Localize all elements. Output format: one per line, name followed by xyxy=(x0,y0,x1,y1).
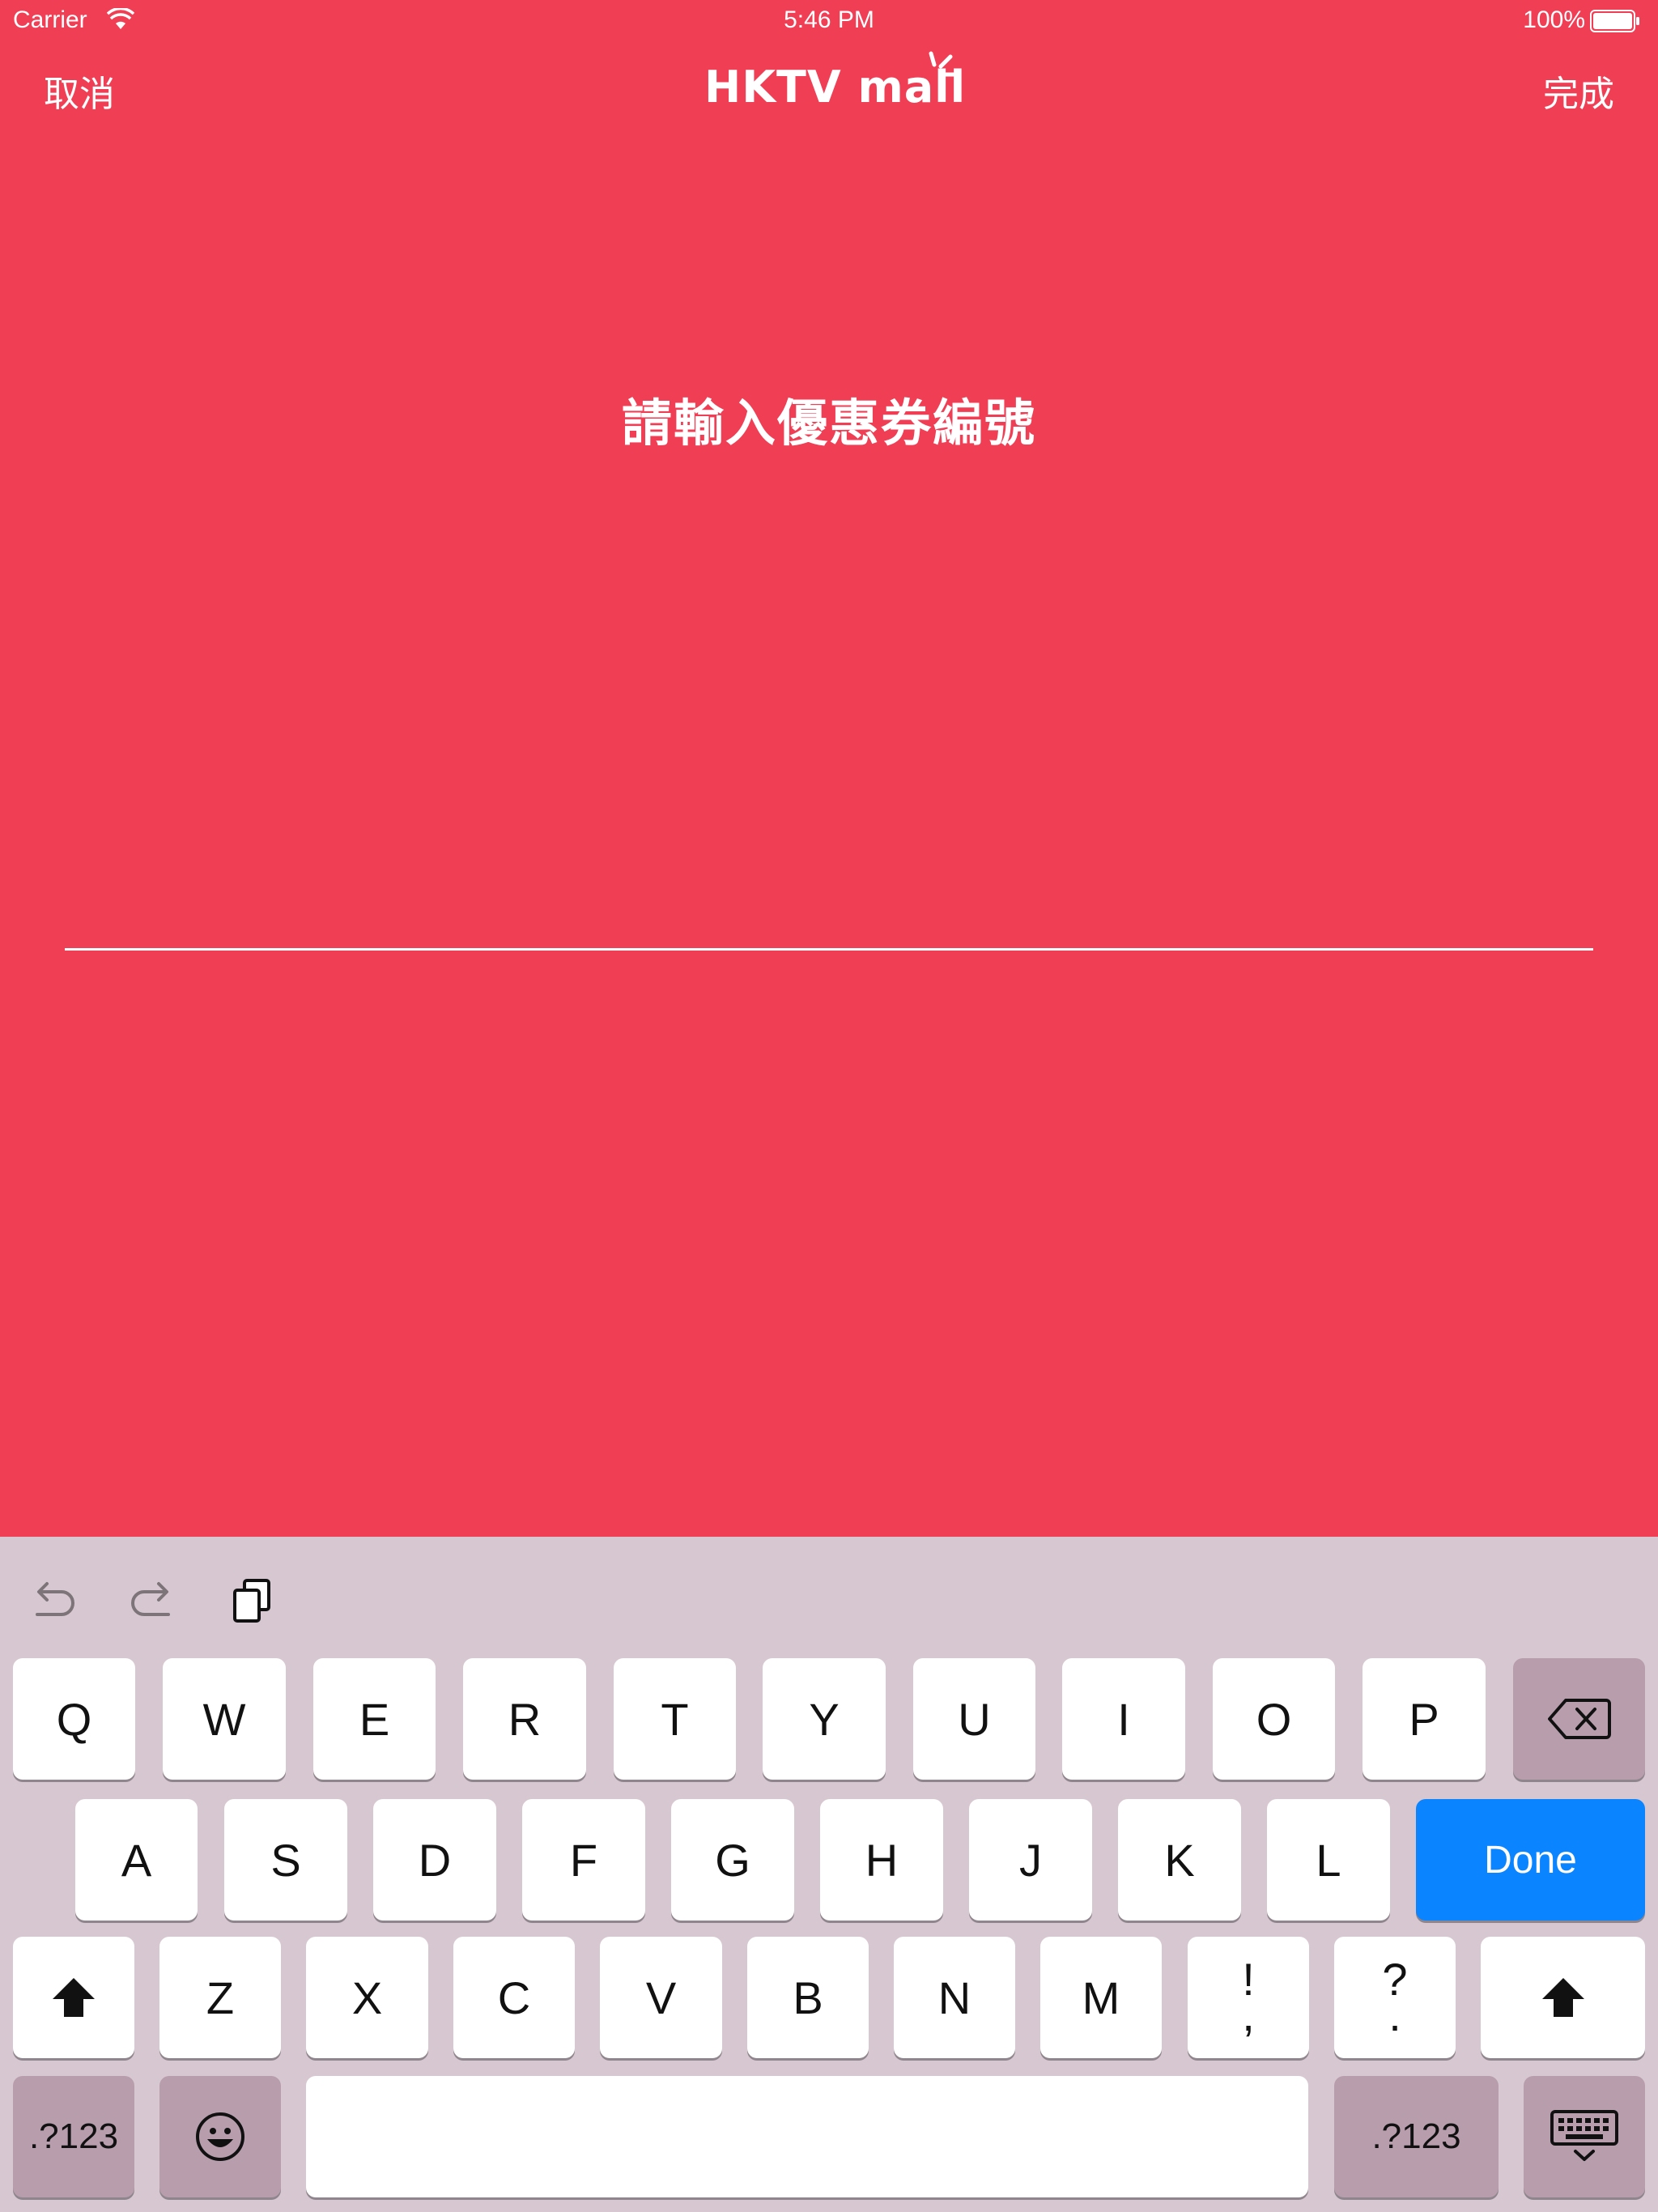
undo-icon[interactable] xyxy=(29,1577,78,1624)
delete-icon xyxy=(1547,1699,1611,1739)
key-m[interactable]: M xyxy=(1040,1937,1162,2058)
delete-key[interactable] xyxy=(1513,1658,1645,1780)
dismiss-keyboard-icon xyxy=(1550,2110,1618,2161)
key-s[interactable]: S xyxy=(224,1799,347,1921)
dismiss-keyboard-key[interactable] xyxy=(1524,2076,1645,2197)
keyboard-done-key[interactable]: Done xyxy=(1416,1799,1645,1921)
key-x[interactable]: X xyxy=(306,1937,428,2058)
numbers-key-right[interactable]: .?123 xyxy=(1334,2076,1499,2197)
battery-icon xyxy=(1590,10,1639,32)
key-exclaim-comma[interactable]: ! , xyxy=(1188,1937,1309,2058)
space-key[interactable] xyxy=(306,2076,1308,2197)
sparkle-icon xyxy=(929,51,959,77)
key-b[interactable]: B xyxy=(747,1937,869,2058)
key-comma-label: , xyxy=(1242,1989,1255,2040)
shift-right-key[interactable] xyxy=(1481,1937,1645,2058)
cancel-button[interactable]: 取消 xyxy=(44,65,115,117)
shift-left-key[interactable] xyxy=(13,1937,134,2058)
numbers-key-left[interactable]: .?123 xyxy=(13,2076,134,2197)
done-button[interactable]: 完成 xyxy=(1543,65,1614,117)
key-d[interactable]: D xyxy=(373,1799,496,1921)
key-j[interactable]: J xyxy=(969,1799,1092,1921)
coupon-code-input[interactable] xyxy=(65,891,1593,947)
key-g[interactable]: G xyxy=(671,1799,794,1921)
key-f[interactable]: F xyxy=(522,1799,645,1921)
shift-icon xyxy=(53,1978,95,2017)
paste-icon[interactable] xyxy=(230,1577,278,1624)
key-z[interactable]: Z xyxy=(159,1937,281,2058)
key-r[interactable]: R xyxy=(463,1658,586,1780)
key-t[interactable]: T xyxy=(614,1658,736,1780)
key-o[interactable]: O xyxy=(1213,1658,1335,1780)
key-n[interactable]: N xyxy=(894,1937,1015,2058)
key-p[interactable]: P xyxy=(1363,1658,1486,1780)
status-time: 5:46 PM xyxy=(784,6,874,33)
key-w[interactable]: W xyxy=(163,1658,286,1780)
emoji-key[interactable] xyxy=(159,2076,281,2197)
hktv-mall-logo: HKTV mall xyxy=(704,51,965,118)
key-e[interactable]: E xyxy=(313,1658,436,1780)
shift-icon xyxy=(1541,1978,1584,2017)
key-c[interactable]: C xyxy=(453,1937,575,2058)
key-question-period[interactable]: ? . xyxy=(1334,1937,1456,2058)
coupon-prompt: 請輸入優惠券編號 xyxy=(621,393,1036,453)
key-period-label: . xyxy=(1388,1989,1401,2040)
key-v[interactable]: V xyxy=(600,1937,722,2058)
input-underline xyxy=(65,948,1593,951)
battery-percent: 100% xyxy=(1523,6,1585,33)
key-q[interactable]: Q xyxy=(13,1658,135,1780)
redo-icon[interactable] xyxy=(128,1577,176,1624)
key-y[interactable]: Y xyxy=(763,1658,886,1780)
key-k[interactable]: K xyxy=(1118,1799,1241,1921)
key-l[interactable]: L xyxy=(1267,1799,1390,1921)
key-a[interactable]: A xyxy=(75,1799,198,1921)
key-u[interactable]: U xyxy=(913,1658,1035,1780)
key-h[interactable]: H xyxy=(820,1799,943,1921)
status-bar: Carrier 5:46 PM 100% xyxy=(0,0,1658,42)
key-i[interactable]: I xyxy=(1062,1658,1185,1780)
emoji-icon xyxy=(196,2112,244,2161)
keyboard: Q W E R T Y U I O P A S D F G H J K L Do… xyxy=(0,1537,1658,2212)
